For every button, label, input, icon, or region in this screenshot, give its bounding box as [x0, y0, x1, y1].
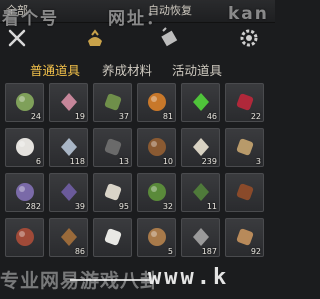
- backpack-icon[interactable]: [82, 25, 108, 51]
- item-quantity: 81: [162, 112, 173, 121]
- item-grid: 24 19 37 81 46 22 6 118 13 10 239 3 282 39 95 32 11 86 5 18…: [5, 83, 273, 257]
- meat-chunk-icon: [12, 224, 37, 249]
- item-slot[interactable]: 11: [181, 173, 220, 212]
- item-quantity: 95: [118, 202, 129, 211]
- item-slot[interactable]: 39: [49, 173, 88, 212]
- filter-label[interactable]: 全部: [6, 2, 28, 18]
- icon-bar: [0, 25, 275, 55]
- lotus-flower-icon: [12, 179, 37, 204]
- item-quantity: 13: [118, 157, 129, 166]
- item-quantity: 187: [201, 247, 217, 256]
- item-quantity: 39: [74, 202, 85, 211]
- item-slot[interactable]: 92: [225, 218, 264, 257]
- herb-sprig-icon: [100, 89, 125, 114]
- leather-piece-icon: [232, 179, 257, 204]
- item-slot[interactable]: [5, 218, 44, 257]
- item-quantity: 3: [255, 157, 261, 166]
- watermark-line: [70, 279, 150, 281]
- item-slot[interactable]: 187: [181, 218, 220, 257]
- item-slot[interactable]: 6: [5, 128, 44, 167]
- item-slot[interactable]: 13: [93, 128, 132, 167]
- tab-event-items[interactable]: 活动道具: [172, 60, 222, 79]
- item-quantity: 86: [74, 247, 85, 256]
- gear-icon[interactable]: [236, 25, 262, 51]
- green-leaves-icon: [188, 179, 213, 204]
- item-quantity: 19: [74, 112, 85, 121]
- item-slot[interactable]: 5: [137, 218, 176, 257]
- item-quantity: 24: [30, 112, 41, 121]
- item-quantity: 46: [206, 112, 217, 121]
- clover-sprig-icon: [144, 179, 169, 204]
- peanut-pile-icon: [232, 134, 257, 159]
- item-quantity: 5: [167, 247, 173, 256]
- watermark-url: www.k: [148, 265, 230, 290]
- item-slot[interactable]: 81: [137, 83, 176, 122]
- item-quantity: 92: [250, 247, 261, 256]
- item-quantity: 239: [201, 157, 217, 166]
- item-quantity: 282: [25, 202, 41, 211]
- item-slot[interactable]: 24: [5, 83, 44, 122]
- scroll-icon[interactable]: [156, 25, 182, 51]
- close-x-icon[interactable]: [4, 25, 30, 51]
- item-slot[interactable]: 3: [225, 128, 264, 167]
- item-quantity: 10: [162, 157, 173, 166]
- spear-icon: [188, 224, 213, 249]
- item-slot[interactable]: 19: [49, 83, 88, 122]
- item-slot[interactable]: 32: [137, 173, 176, 212]
- item-quantity: 118: [69, 157, 85, 166]
- item-slot[interactable]: [225, 173, 264, 212]
- red-gem-icon: [232, 89, 257, 114]
- green-orb-icon: [188, 89, 213, 114]
- tab-common-items[interactable]: 普通道具: [30, 60, 80, 79]
- porcelain-jar-icon: [56, 134, 81, 159]
- item-slot[interactable]: 118: [49, 128, 88, 167]
- auto-recover-label[interactable]: 自动恢复: [148, 2, 192, 18]
- item-quantity: 6: [35, 157, 41, 166]
- watermark-cn: 专业网易游戏八卦: [0, 270, 161, 292]
- flower-bundle-icon: [12, 89, 37, 114]
- lavender-icon: [56, 179, 81, 204]
- item-slot[interactable]: [93, 218, 132, 257]
- item-quantity: 37: [118, 112, 129, 121]
- tab-growth-materials[interactable]: 养成材料: [102, 60, 152, 79]
- plank-icon: [144, 224, 169, 249]
- torch-icon: [144, 89, 169, 114]
- teapot-icon: [100, 224, 125, 249]
- wood-log-icon: [144, 134, 169, 159]
- item-quantity: 11: [206, 202, 217, 211]
- bamboo-slip-icon: [232, 224, 257, 249]
- item-slot[interactable]: 37: [93, 83, 132, 122]
- item-slot[interactable]: 22: [225, 83, 264, 122]
- pink-flower-icon: [56, 89, 81, 114]
- item-slot[interactable]: 282: [5, 173, 44, 212]
- item-quantity: 22: [250, 112, 261, 121]
- white-flower-icon: [12, 134, 37, 159]
- quill-icon: [100, 134, 125, 159]
- item-slot[interactable]: 46: [181, 83, 220, 122]
- item-slot[interactable]: 95: [93, 173, 132, 212]
- wooden-box-icon: [56, 224, 81, 249]
- item-slot[interactable]: 239: [181, 128, 220, 167]
- category-tabs: 普通道具 养成材料 活动道具: [0, 58, 275, 80]
- top-bar: 全部 自动恢复: [0, 0, 275, 23]
- flour-bowl-icon: [188, 134, 213, 159]
- item-slot[interactable]: 10: [137, 128, 176, 167]
- white-herb-icon: [100, 179, 125, 204]
- watermark-bottom: 专业网易游戏八卦 www.k: [0, 262, 275, 299]
- item-slot[interactable]: 86: [49, 218, 88, 257]
- item-quantity: 32: [162, 202, 173, 211]
